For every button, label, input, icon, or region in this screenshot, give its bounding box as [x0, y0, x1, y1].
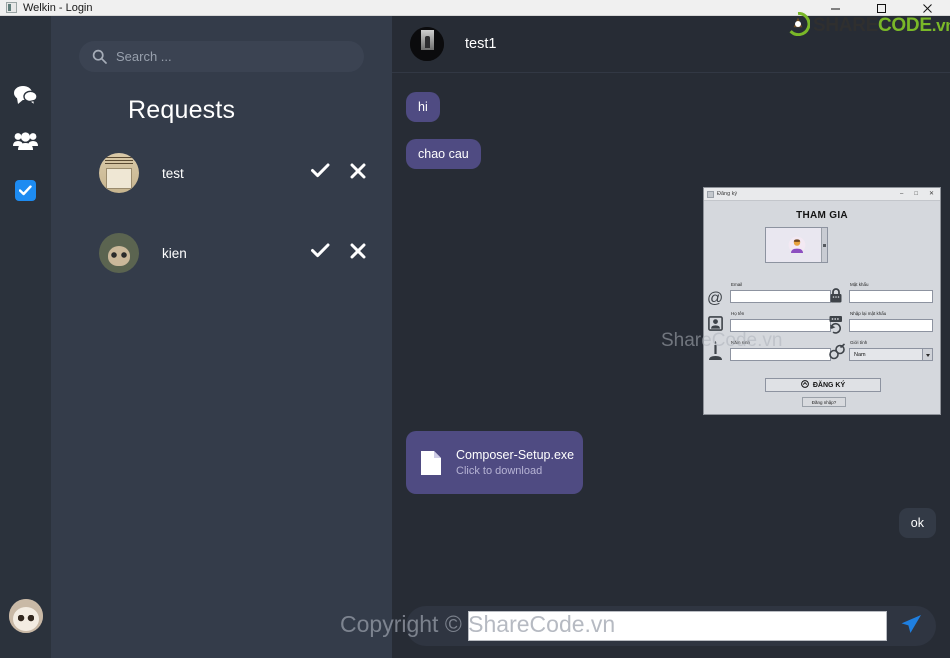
- login-link[interactable]: Đăng nhập?: [802, 397, 846, 407]
- file-icon: [420, 450, 442, 476]
- shared-image-message[interactable]: Đăng ký – □ ✕ THAM GIA Email @ Mật khẩu …: [703, 187, 941, 415]
- chat-bubbles-icon: [14, 85, 37, 106]
- minimize-button[interactable]: [812, 0, 858, 16]
- input-fullname[interactable]: [730, 319, 831, 332]
- close-icon: ✕: [928, 191, 934, 197]
- at-icon: @: [707, 289, 724, 306]
- candle-icon: [707, 340, 724, 362]
- cross-icon: [350, 243, 366, 264]
- avatar[interactable]: [410, 27, 444, 61]
- shared-image-window-controls: – □ ✕: [900, 191, 934, 197]
- window-title: Welkin - Login: [23, 1, 93, 14]
- select-gender[interactable]: Nam: [849, 348, 933, 361]
- avatar: [99, 153, 139, 193]
- file-attachment-text: Composer-Setup.exe Click to download: [456, 448, 574, 477]
- request-actions: [308, 241, 370, 265]
- request-row-test[interactable]: test: [51, 133, 392, 213]
- photo-scrollbar: [821, 228, 827, 262]
- app-icon: [707, 190, 714, 198]
- dark-photo-avatar-image: [410, 27, 444, 61]
- profile-avatar[interactable]: [9, 599, 43, 633]
- file-download-hint: Click to download: [456, 465, 543, 477]
- input-birthyear[interactable]: [730, 348, 831, 361]
- app-icon: [6, 2, 17, 13]
- maximize-button[interactable]: [858, 0, 904, 16]
- field-label-fullname: Họ tên: [731, 311, 745, 316]
- request-row-kien[interactable]: kien: [51, 213, 392, 293]
- register-button[interactable]: ĐĂNG KÝ: [765, 378, 881, 392]
- shared-image-window-title: Đăng ký: [717, 191, 738, 197]
- sidebar-item-chats[interactable]: [0, 74, 51, 116]
- send-paper-plane-icon: [899, 612, 923, 641]
- page-title: Requests: [128, 96, 236, 124]
- input-password[interactable]: [849, 290, 933, 303]
- cat-avatar-image: [9, 599, 43, 633]
- app-window: Welkin - Login Search ... Requests test …: [0, 0, 950, 658]
- requests-list: test kien: [51, 133, 392, 293]
- window-titlebar: Welkin - Login: [0, 0, 950, 16]
- password-dots-icon: [828, 315, 845, 334]
- cat-avatar-image: [99, 233, 139, 273]
- input-confirm-password[interactable]: [849, 319, 933, 332]
- sidebar-rail: [0, 16, 51, 658]
- field-label-password: Mật khẩu: [850, 282, 869, 287]
- close-button[interactable]: [904, 0, 950, 16]
- check-icon: [310, 243, 330, 263]
- form-heading: THAM GIA: [796, 210, 848, 221]
- select-gender-value: Nam: [854, 351, 866, 358]
- field-label-email: Email: [731, 282, 743, 287]
- field-label-gender: Giới tính: [850, 340, 868, 345]
- reject-request-button[interactable]: [346, 161, 370, 185]
- maximize-icon: □: [914, 191, 918, 197]
- search-icon: [92, 49, 107, 64]
- chat-contact-name: test1: [465, 36, 497, 52]
- register-icon: [800, 380, 809, 390]
- minimize-icon: –: [900, 191, 904, 197]
- message-list: hi chao cau Đăng ký – □ ✕ THAM GIA Email…: [392, 72, 950, 602]
- request-name: kien: [162, 245, 187, 261]
- sidebar-item-requests[interactable]: [0, 169, 51, 211]
- requests-panel: Requests test: [51, 16, 443, 658]
- search-input[interactable]: [116, 49, 336, 64]
- lock-icon: [828, 287, 844, 304]
- message-bubble: hi: [406, 92, 440, 122]
- avatar: [99, 233, 139, 273]
- accept-request-button[interactable]: [308, 161, 332, 185]
- request-actions: [308, 161, 370, 185]
- field-label-birthyear: Năm sinh: [731, 340, 751, 345]
- chat-header: test1: [392, 16, 950, 73]
- cross-icon: [350, 163, 366, 184]
- send-button[interactable]: [897, 612, 925, 640]
- gender-icon: [828, 343, 846, 361]
- window-controls: [812, 0, 950, 16]
- people-group-icon: [13, 131, 38, 151]
- shared-image-titlebar: Đăng ký – □ ✕: [704, 188, 940, 201]
- chat-panel: test1 hi chao cau Đăng ký – □ ✕ THAM GIA: [392, 16, 950, 658]
- shared-image-form: THAM GIA Email @ Mật khẩu Họ tên Nhập lạ…: [704, 201, 940, 414]
- user-card-icon: [708, 316, 723, 331]
- avatar-person-icon: [788, 236, 805, 254]
- reject-request-button[interactable]: [346, 241, 370, 265]
- file-name: Composer-Setup.exe: [456, 448, 575, 462]
- sidebar-item-contacts[interactable]: [0, 120, 51, 162]
- svg-text:@: @: [707, 290, 723, 306]
- avatar-picker: [765, 227, 828, 263]
- accept-request-button[interactable]: [308, 241, 332, 265]
- checkbox-checked-icon: [15, 179, 36, 201]
- message-composer: [406, 606, 936, 646]
- register-button-label: ĐĂNG KÝ: [812, 381, 846, 389]
- input-email[interactable]: [730, 290, 831, 303]
- message-bubble: chao cau: [406, 139, 481, 169]
- request-name: test: [162, 165, 184, 181]
- check-icon: [310, 163, 330, 183]
- message-bubble: ok: [898, 508, 936, 538]
- field-label-confirm-password: Nhập lại mật khẩu: [850, 311, 887, 316]
- file-attachment-card[interactable]: Composer-Setup.exe Click to download: [406, 431, 583, 494]
- newspaper-avatar-image: [99, 153, 139, 193]
- search-box[interactable]: [79, 41, 364, 72]
- message-input[interactable]: [468, 611, 887, 641]
- chevron-down-icon: [926, 354, 930, 357]
